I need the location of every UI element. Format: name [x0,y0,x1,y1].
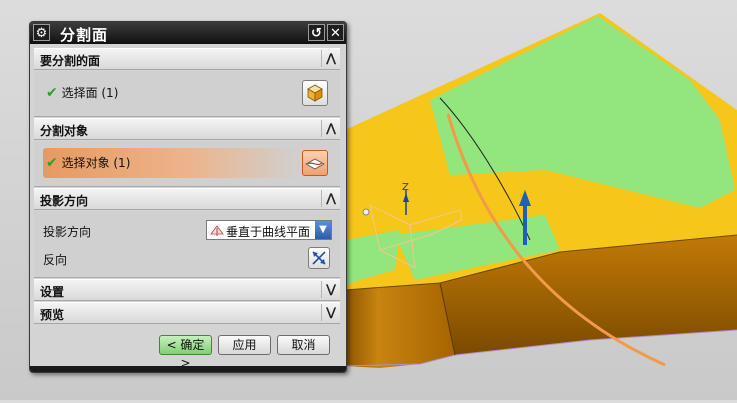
cancel-button[interactable]: 取消 [277,335,330,355]
projection-direction-value: 垂直于曲线平面 [226,225,311,239]
z-axis-label: Z [402,182,409,193]
section-split-object-body: ✔ 选择对象 (1) [34,141,340,187]
reverse-label: 反向 [43,253,68,267]
front-wall [345,283,455,368]
select-face-row[interactable]: ✔ 选择面 (1) [46,84,118,101]
section-title: 预览 [40,308,65,322]
section-title: 设置 [40,285,65,299]
object-select-button[interactable] [302,150,328,176]
dialog-title: 分割面 [60,26,109,44]
reverse-direction-button[interactable] [308,247,330,269]
section-projection-header[interactable]: 投影方向 ⋀ [34,188,340,210]
section-settings-header[interactable]: 设置 ⋁ [34,279,340,301]
projection-direction-select[interactable]: 垂直于曲线平面 ▼ [206,220,332,240]
chevron-up-icon[interactable]: ⋀ [321,120,340,137]
section-projection-body: 投影方向 垂直于曲线平面 ▼ 反向 [34,211,340,278]
chevron-down-icon[interactable]: ⋁ [321,304,340,321]
select-object-row[interactable]: ✔ 选择对象 (1) [43,148,301,178]
section-split-object-header[interactable]: 分割对象 ⋀ [34,118,340,140]
section-preview-header[interactable]: 预览 ⋁ [34,302,340,324]
dialog-footer: < 确定 > 应用 取消 [30,335,346,370]
face-select-button[interactable] [302,80,328,106]
reverse-direction-icon [312,251,326,265]
section-title: 分割对象 [40,124,89,138]
section-title: 要分割的面 [40,54,101,68]
section-face-to-split-header[interactable]: 要分割的面 ⋀ [34,48,340,70]
chevron-down-icon[interactable]: ▼ [315,221,331,239]
apply-button[interactable]: 应用 [218,335,271,355]
close-icon[interactable]: ✕ [327,24,344,41]
chevron-up-icon[interactable]: ⋀ [321,190,340,207]
split-face-dialog: ⚙ 分割面 ↺ ✕ 要分割的面 ⋀ ✔ 选择面 (1) 分割对象 ⋀ ✔ 选择对… [29,21,347,373]
ok-button[interactable]: < 确定 > [159,335,212,370]
normal-to-curve-icon [210,225,224,236]
dialog-titlebar: ⚙ 分割面 ↺ ✕ [30,22,346,44]
cube-icon [307,84,323,102]
section-title: 投影方向 [40,194,89,208]
select-face-label: 选择面 (1) [61,86,119,100]
select-object-label: 选择对象 (1) [61,156,131,170]
dialog-bottom-border [30,366,346,372]
check-icon: ✔ [46,155,58,171]
chevron-up-icon[interactable]: ⋀ [321,50,340,67]
check-icon: ✔ [46,85,58,101]
curve-select-icon [305,158,325,170]
gear-icon[interactable]: ⚙ [33,24,50,41]
section-face-to-split-body: ✔ 选择面 (1) [34,71,340,117]
reset-icon[interactable]: ↺ [308,24,325,41]
chevron-down-icon[interactable]: ⋁ [321,281,340,298]
